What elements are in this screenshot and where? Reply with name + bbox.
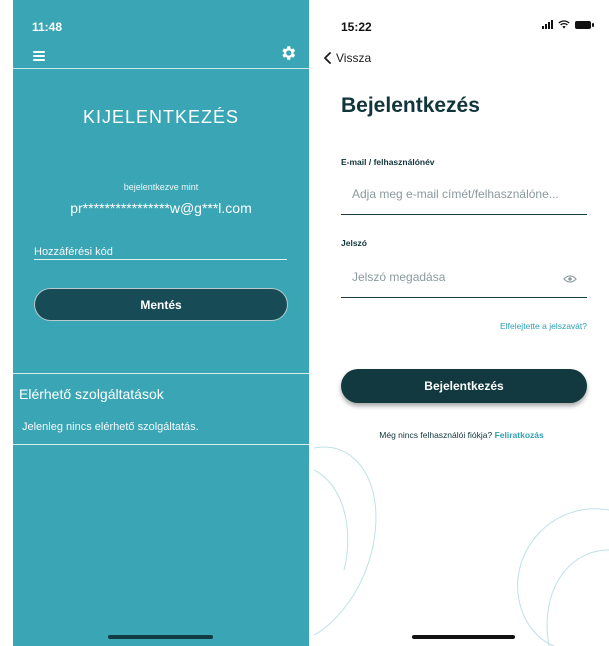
decorative-curves [314,446,609,646]
home-indicator[interactable] [412,635,515,639]
page-title: KIJELENTKEZÉS [82,107,240,127]
left-phone-screen: 11:48 .... KIJELENTKEZÉS bejelentkezve m… [13,0,309,646]
page-title: Bejelentkezés [341,94,480,117]
logged-in-email: pr****************w@g***l.com [70,200,252,216]
password-field-container [341,258,587,298]
password-label: Jelszó [341,238,367,248]
back-button[interactable]: Vissza [322,51,371,65]
battery-icon [575,20,594,29]
logged-in-as-label: bejelentkezve mint [123,182,199,192]
login-button[interactable]: Bejelentkezés [341,369,587,403]
email-field-container [341,175,587,215]
home-indicator[interactable] [108,635,213,639]
access-code-field[interactable]: Hozzáférési kód [34,246,113,258]
signup-prompt: Még nincs felhasználói fiókja? Feliratko… [314,430,609,440]
top-bar [13,44,309,68]
save-button[interactable]: Mentés [34,288,288,321]
section-divider [13,444,309,445]
email-field[interactable] [352,187,574,201]
chevron-left-icon [324,52,331,64]
no-account-text: Még nincs felhasználói fiókja? [379,430,493,440]
email-label: E-mail / felhasználónév [341,157,435,167]
password-field[interactable] [352,270,574,284]
services-empty-text: Jelenleg nincs elérhető szolgáltatás. [22,421,199,433]
hamburger-menu-icon[interactable] [33,51,45,61]
status-time: 11:48 [32,20,63,34]
wifi-icon [558,20,570,29]
gear-icon[interactable] [279,44,297,62]
status-bar: 15:22 [341,20,594,34]
header-divider [13,68,309,69]
signal-icon [542,20,553,29]
section-divider [13,373,309,374]
services-title: Elérhető szolgáltatások [19,386,164,402]
back-label: Vissza [336,51,372,65]
eye-icon[interactable] [563,274,577,284]
forgot-password-link[interactable]: Elfelejtette a jelszavát? [500,321,587,331]
right-phone-screen: 15:22 Vissza Bejelentkezés E-mail / felh… [314,0,609,646]
access-code-underline [34,259,287,260]
signup-link[interactable]: Feliratkozás [495,430,544,440]
status-time: 15:22 [341,20,372,34]
status-bar: 11:48 .... [32,20,297,34]
